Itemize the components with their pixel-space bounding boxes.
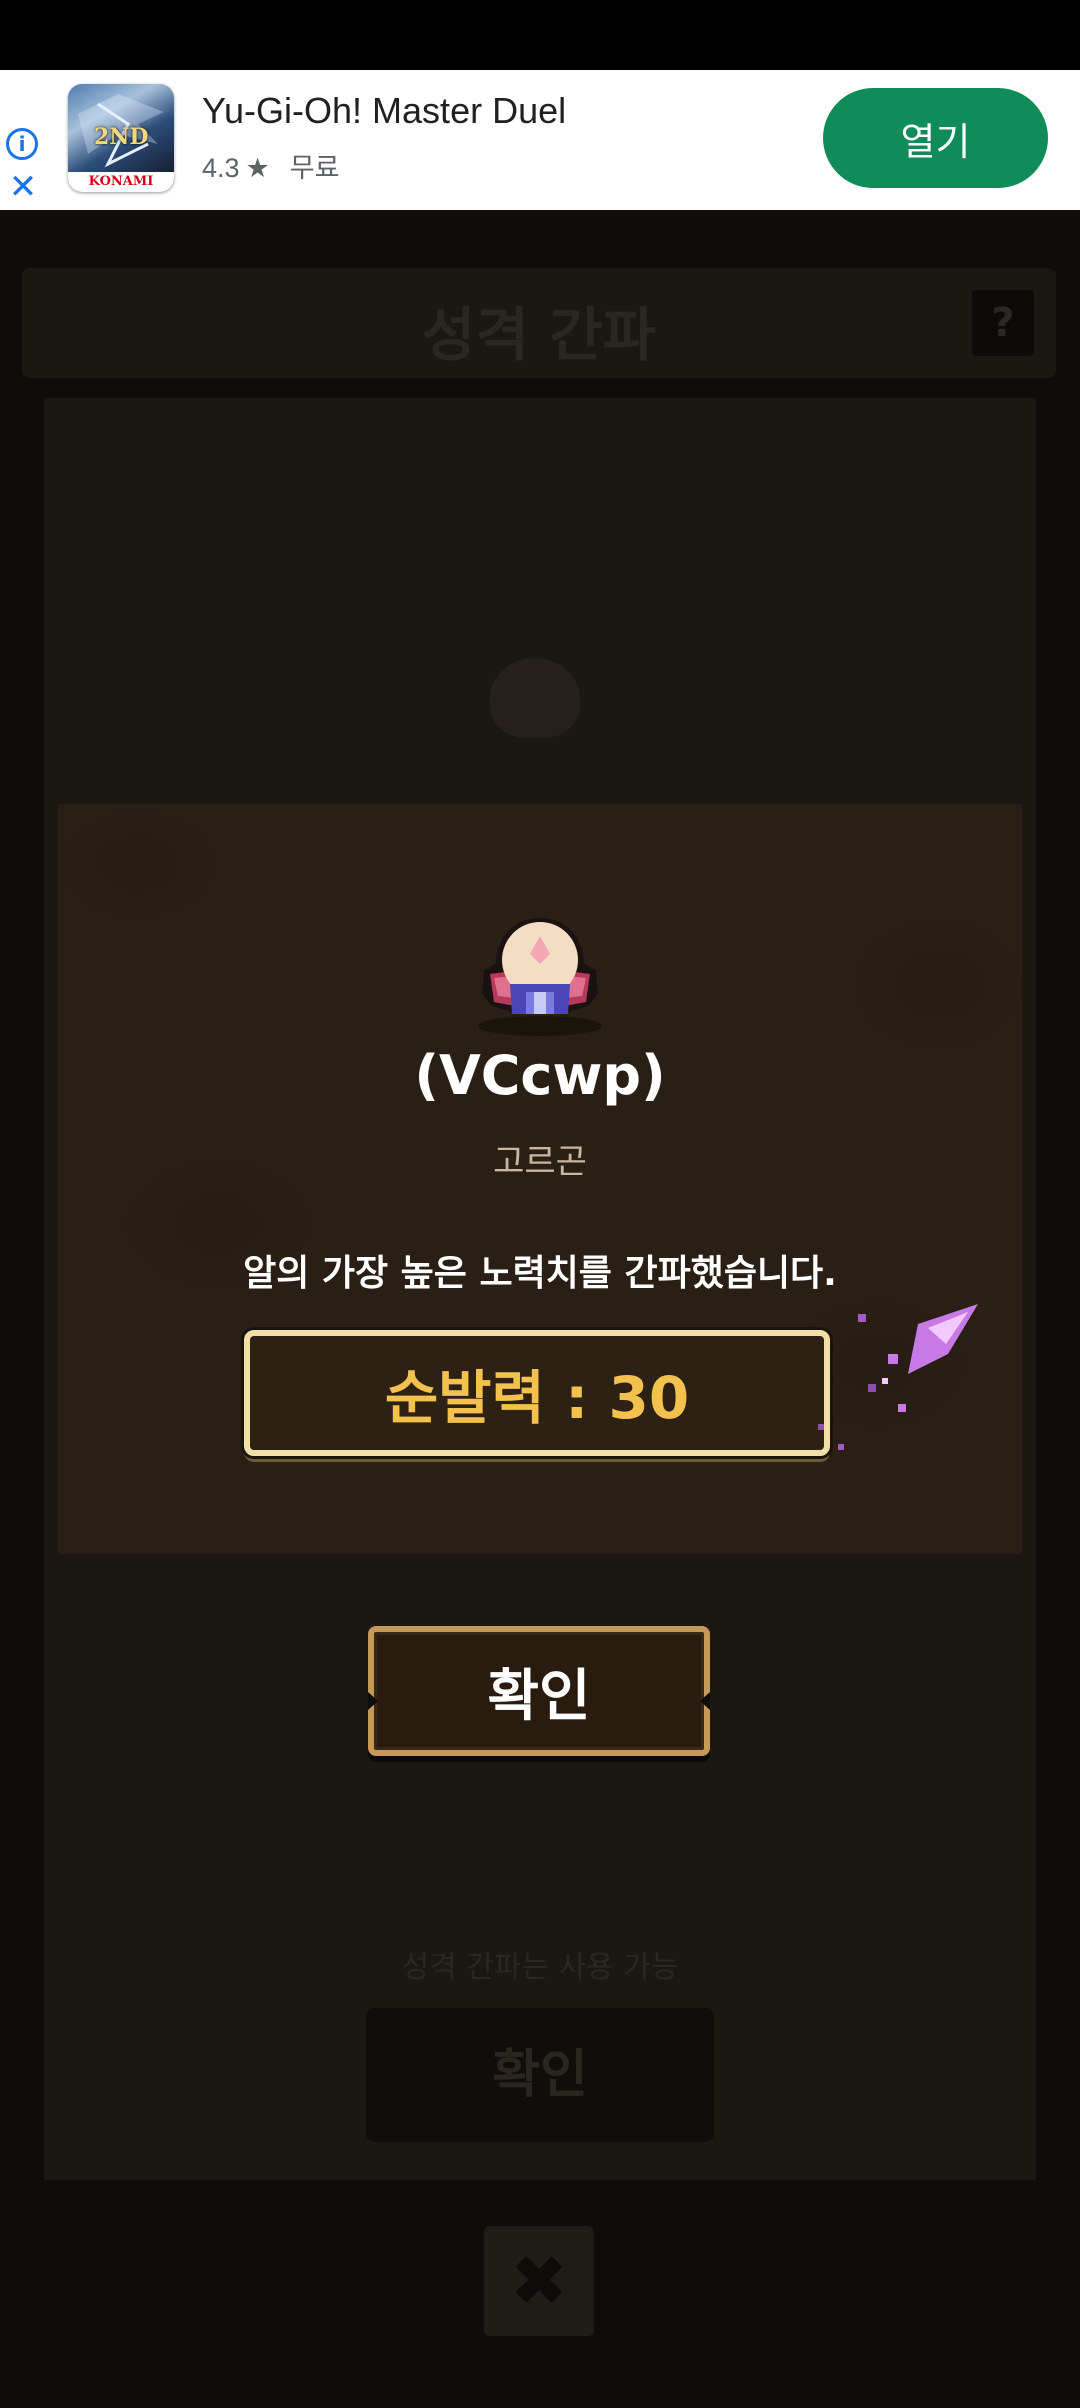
stat-result-text: 순발력 : 30: [384, 1364, 690, 1432]
species-name: 고르곤: [493, 1142, 587, 1182]
anniversary-badge: 2ND: [94, 124, 149, 150]
gorgon-egg-icon: [478, 918, 602, 1036]
result-dialog: (VCcwp) 고르곤 알의 가장 높은 노력치를 간파했습니다. 순발력 : …: [58, 804, 1022, 1554]
status-bar: [0, 0, 1080, 70]
close-icon: ✖: [484, 2226, 594, 2336]
button-notch-left: [368, 1692, 378, 1710]
help-icon: ?: [972, 290, 1034, 356]
result-message: 알의 가장 높은 노력치를 간파했습니다.: [243, 1253, 837, 1294]
sparkle-effect-icon: [818, 1304, 978, 1450]
note-prefix: 성격 간파는: [401, 1950, 559, 1985]
egg-icon: [490, 658, 580, 738]
button-notch-right: [700, 1692, 710, 1710]
confirm-button[interactable]: 확인: [368, 1626, 710, 1756]
egg-code: (VCcwp): [414, 1044, 666, 1107]
ad-app-title[interactable]: Yu-Gi-Oh! Master Duel: [202, 90, 566, 132]
screen: i ✕ 2ND KONAMI Yu-Gi-Oh! Master Duel 4.3…: [0, 0, 1080, 2408]
price-label: 무료: [289, 153, 340, 183]
ad-info-icon[interactable]: i: [6, 128, 38, 160]
background-header: 성격 간파 ?: [22, 268, 1056, 378]
ad-banner[interactable]: i ✕ 2ND KONAMI Yu-Gi-Oh! Master Duel 4.3…: [0, 70, 1080, 210]
ad-close-icon[interactable]: ✕: [8, 170, 38, 204]
publisher-logo: KONAMI: [68, 172, 174, 192]
availability-note: 성격 간파는 사용 가능: [44, 1942, 1036, 1986]
ad-open-button[interactable]: 열기: [823, 88, 1048, 188]
app-icon[interactable]: 2ND KONAMI: [68, 84, 174, 192]
page-title: 성격 간파: [422, 301, 656, 369]
ad-rating: 4.3 ★ 무료: [202, 146, 339, 185]
background-confirm-button: 확인: [366, 2008, 714, 2142]
rating-value: 4.3: [202, 153, 240, 183]
star-icon: ★: [245, 153, 270, 183]
stat-result-box: 순발력 : 30: [244, 1330, 830, 1456]
note-suffix: 사용 가능: [558, 1950, 679, 1985]
